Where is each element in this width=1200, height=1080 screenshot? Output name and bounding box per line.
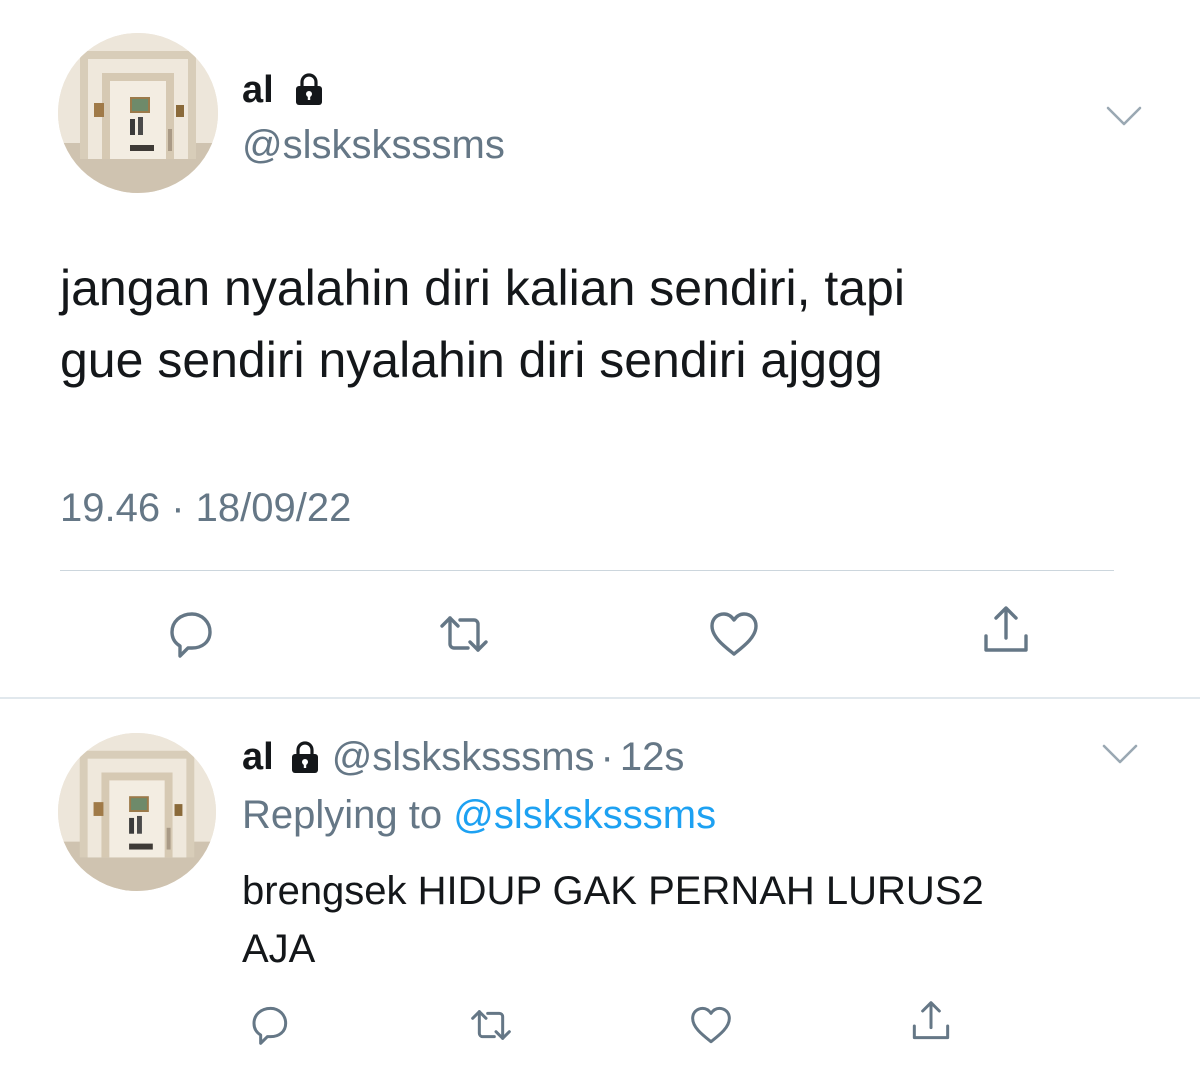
- replying-to-label: Replying to: [242, 793, 443, 837]
- reply-icon[interactable]: [244, 1000, 294, 1050]
- reply-header: al @slsksksssms · 12s: [242, 732, 684, 782]
- replying-to-handle-link[interactable]: @slsksksssms: [453, 793, 716, 837]
- like-icon[interactable]: [704, 604, 764, 664]
- divider: [60, 570, 1114, 571]
- reply-icon[interactable]: [160, 604, 220, 664]
- share-icon[interactable]: [906, 996, 956, 1046]
- chevron-down-icon[interactable]: [1100, 740, 1140, 768]
- separator-dot: ·: [600, 735, 614, 779]
- tweet-text: jangan nyalahin diri kalian sendiri, tap…: [60, 260, 905, 388]
- display-name[interactable]: al: [242, 66, 274, 114]
- retweet-icon[interactable]: [466, 1000, 516, 1050]
- display-name[interactable]: al: [242, 732, 274, 782]
- retweet-icon[interactable]: [434, 604, 494, 664]
- profile-avatar[interactable]: [58, 733, 216, 891]
- share-icon[interactable]: [976, 600, 1036, 660]
- like-icon[interactable]: [686, 1000, 736, 1050]
- chevron-down-icon[interactable]: [1104, 102, 1144, 130]
- user-handle[interactable]: @slsksksssms: [332, 732, 595, 782]
- user-handle[interactable]: @slsksksssms: [242, 120, 505, 170]
- profile-avatar[interactable]: [58, 33, 218, 193]
- lock-icon: [288, 740, 322, 774]
- tweet-text: brengsek HIDUP GAK PERNAH LURUS2 AJA: [242, 869, 984, 971]
- replying-to: Replying to @slsksksssms: [242, 790, 716, 840]
- lock-icon: [292, 72, 326, 106]
- tweet-time-ago[interactable]: 12s: [620, 732, 685, 782]
- thread-separator: [0, 697, 1200, 699]
- tweet-timestamp[interactable]: 19.46 · 18/09/22: [60, 482, 351, 534]
